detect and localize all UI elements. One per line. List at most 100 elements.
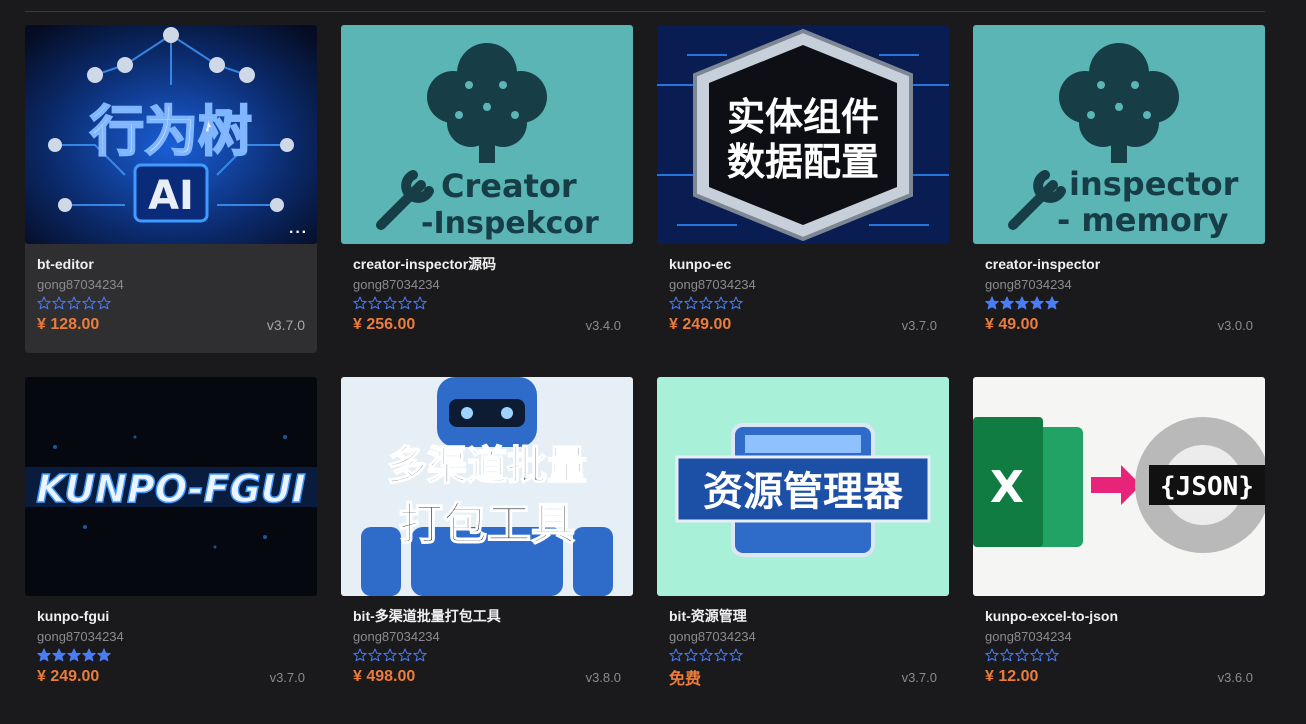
product-version: v3.6.0 xyxy=(1217,669,1253,685)
product-thumbnail[interactable]: Creator -Inspekcor xyxy=(341,25,633,244)
product-version: v3.4.0 xyxy=(585,317,621,333)
product-title[interactable]: kunpo-fgui xyxy=(37,608,305,624)
star-icon xyxy=(383,648,397,662)
star-icon xyxy=(699,296,713,310)
star-icon xyxy=(398,648,412,662)
star-icon xyxy=(985,648,999,662)
product-author[interactable]: gong87034234 xyxy=(669,277,937,293)
thumb-text: KUNPO-FGUI xyxy=(36,467,306,511)
product-price: ¥ 12.00 xyxy=(985,668,1039,685)
rating-stars xyxy=(985,296,1253,312)
thumb-text: 资源管理器 xyxy=(703,469,904,515)
thumb-text: 多渠道批量 xyxy=(387,443,587,489)
product-card[interactable]: X {JSON} kunpo-excel-to-json gong8703423… xyxy=(973,377,1265,705)
product-price: 免费 xyxy=(669,671,702,688)
star-icon xyxy=(67,296,81,310)
star-icon xyxy=(97,648,111,662)
product-version: v3.7.0 xyxy=(269,669,305,685)
product-title[interactable]: bit-资源管理 xyxy=(669,608,937,624)
star-icon xyxy=(52,648,66,662)
thumb-text: Creator xyxy=(441,167,577,205)
thumb-text: 打包工具 xyxy=(399,499,575,550)
thumb-text: X xyxy=(990,462,1024,513)
product-version: v3.7.0 xyxy=(266,317,305,333)
star-icon xyxy=(729,296,743,310)
product-version: v3.7.0 xyxy=(901,669,937,685)
product-author[interactable]: gong87034234 xyxy=(669,629,937,645)
rating-stars xyxy=(985,648,1253,664)
product-price: ¥ 249.00 xyxy=(37,668,100,685)
product-card[interactable]: 多渠道批量 打包工具 bit-多渠道批量打包工具 gong87034234 ¥ … xyxy=(341,377,633,705)
product-card[interactable]: 实体组件 数据配置 kunpo-ec gong87034234 ¥ 249.00… xyxy=(657,25,949,353)
thumb-text: {JSON} xyxy=(1160,472,1254,502)
product-title[interactable]: bit-多渠道批量打包工具 xyxy=(353,608,621,624)
product-author[interactable]: gong87034234 xyxy=(37,629,305,645)
star-icon xyxy=(353,648,367,662)
star-icon xyxy=(398,296,412,310)
product-price: ¥ 49.00 xyxy=(985,316,1039,333)
thumb-text: 实体组件 xyxy=(727,95,879,139)
product-version: v3.0.0 xyxy=(1217,317,1253,333)
product-title[interactable]: kunpo-ec xyxy=(669,256,937,272)
star-icon xyxy=(684,648,698,662)
star-icon xyxy=(1015,648,1029,662)
star-icon xyxy=(383,296,397,310)
product-title[interactable]: creator-inspector源码 xyxy=(353,256,621,272)
rating-stars xyxy=(353,296,621,312)
star-icon xyxy=(1000,296,1014,310)
product-author[interactable]: gong87034234 xyxy=(985,277,1253,293)
star-icon xyxy=(729,648,743,662)
product-price: ¥ 249.00 xyxy=(669,316,732,333)
product-thumbnail[interactable]: X {JSON} xyxy=(973,377,1265,596)
star-icon xyxy=(82,296,96,310)
star-icon xyxy=(52,296,66,310)
star-icon xyxy=(714,296,728,310)
star-icon xyxy=(714,648,728,662)
star-icon xyxy=(669,296,683,310)
product-price: ¥ 128.00 xyxy=(37,316,100,333)
thumb-text: -Inspekcor xyxy=(421,206,599,241)
star-icon xyxy=(1045,648,1059,662)
product-card[interactable]: KUNPO-FGUI kunpo-fgui gong87034234 ¥ 249… xyxy=(25,377,317,705)
star-icon xyxy=(413,296,427,310)
top-divider xyxy=(25,11,1265,12)
thumb-text: 数据配置 xyxy=(727,140,879,184)
thumb-text: inspector xyxy=(1069,165,1239,203)
product-card[interactable]: Creator -Inspekcor creator-inspector源码 g… xyxy=(341,25,633,353)
product-title[interactable]: creator-inspector xyxy=(985,256,1253,272)
product-thumbnail[interactable]: KUNPO-FGUI xyxy=(25,377,317,596)
more-horizontal-icon[interactable]: ··· xyxy=(289,225,308,241)
product-thumbnail[interactable]: 实体组件 数据配置 xyxy=(657,25,949,244)
star-icon xyxy=(985,296,999,310)
rating-stars xyxy=(353,648,621,664)
product-thumbnail[interactable]: inspector - memory xyxy=(973,25,1265,244)
star-icon xyxy=(684,296,698,310)
star-icon xyxy=(82,648,96,662)
product-thumbnail[interactable]: 资源管理器 xyxy=(657,377,949,596)
rating-stars xyxy=(37,296,305,312)
product-card[interactable]: 资源管理器 bit-资源管理 gong87034234 免费 v3.7.0 xyxy=(657,377,949,705)
star-icon xyxy=(1045,296,1059,310)
product-author[interactable]: gong87034234 xyxy=(985,629,1253,645)
rating-stars xyxy=(669,296,937,312)
star-icon xyxy=(1030,296,1044,310)
star-icon xyxy=(368,648,382,662)
product-version: v3.7.0 xyxy=(901,317,937,333)
product-author[interactable]: gong87034234 xyxy=(353,629,621,645)
product-title[interactable]: bt-editor xyxy=(37,256,305,272)
product-card[interactable]: 行为树 AI ··· bt-editor gong87034234 ¥ 128.… xyxy=(25,25,317,353)
product-thumbnail[interactable]: 多渠道批量 打包工具 xyxy=(341,377,633,596)
thumb-text: - memory xyxy=(1057,201,1229,239)
thumb-text: 行为树 xyxy=(90,100,252,163)
star-icon xyxy=(368,296,382,310)
product-author[interactable]: gong87034234 xyxy=(37,277,305,293)
star-icon xyxy=(413,648,427,662)
star-icon xyxy=(37,648,51,662)
product-title[interactable]: kunpo-excel-to-json xyxy=(985,608,1253,624)
rating-stars xyxy=(669,648,937,664)
product-thumbnail[interactable]: 行为树 AI ··· xyxy=(25,25,317,244)
product-card[interactable]: inspector - memory creator-inspector gon… xyxy=(973,25,1265,353)
product-author[interactable]: gong87034234 xyxy=(353,277,621,293)
star-icon xyxy=(669,648,683,662)
star-icon xyxy=(699,648,713,662)
